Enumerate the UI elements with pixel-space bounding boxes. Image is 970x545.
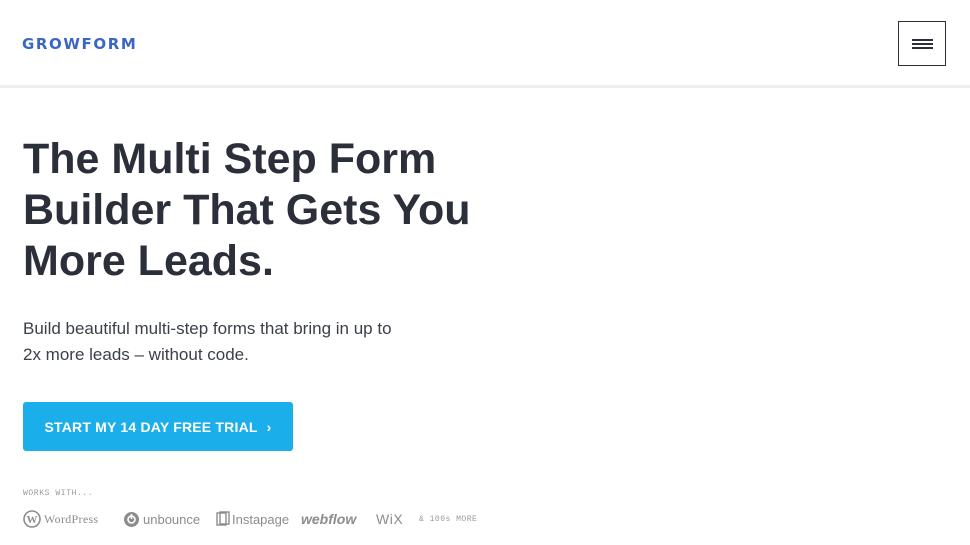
more-integrations-label: & 100s MORE (419, 507, 477, 531)
hero-headline: The Multi Step Form Builder That Gets Yo… (23, 134, 543, 287)
growform-logo[interactable]: GROWFORM (22, 35, 137, 53)
hero-headline-line: Builder That Gets You (23, 186, 471, 234)
webflow-logo-text: webflow (301, 511, 357, 527)
wordpress-logo: W WordPress (23, 507, 98, 531)
wix-logo-text: WiX (376, 511, 404, 527)
site-header: GROWFORM (0, 0, 970, 88)
start-free-trial-button[interactable]: START MY 14 DAY FREE TRIAL › (23, 402, 293, 451)
hero-headline-line: More Leads. (23, 237, 274, 285)
webflow-logo: webflow (301, 507, 356, 531)
instapage-icon (216, 511, 230, 526)
hero-subtitle-line: 2x more leads – without code. (23, 345, 249, 364)
wordpress-logo-text: WordPress (44, 511, 99, 526)
chevron-right-icon: › (266, 418, 272, 435)
wordpress-icon: W (23, 510, 41, 528)
works-with-label: WORKS WITH... (23, 489, 94, 498)
hero-headline-line: The Multi Step Form (23, 135, 437, 183)
unbounce-icon (124, 511, 139, 527)
wix-logo: WiX (376, 507, 403, 531)
hero-subtitle-line: Build beautiful multi-step forms that br… (23, 319, 392, 338)
menu-button[interactable] (898, 21, 946, 66)
cta-label: START MY 14 DAY FREE TRIAL (44, 418, 258, 435)
instapage-logo: Instapage (216, 507, 289, 531)
hero-subtitle: Build beautiful multi-step forms that br… (23, 316, 443, 368)
more-integrations-text: & 100s MORE (419, 514, 478, 524)
unbounce-logo: unbounce (123, 507, 200, 531)
unbounce-logo-text: unbounce (143, 511, 201, 527)
instapage-logo-text: Instapage (232, 511, 290, 527)
svg-text:W: W (27, 514, 38, 526)
